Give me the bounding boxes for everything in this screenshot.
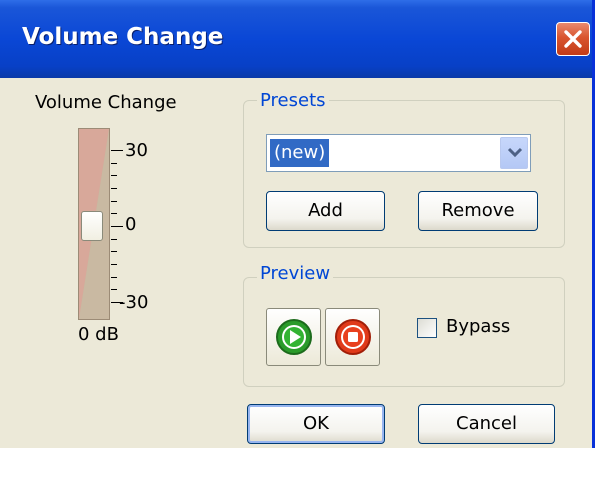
preview-caption: Preview [257, 263, 334, 284]
bypass-checkbox[interactable] [417, 318, 437, 338]
slider-tick [111, 264, 117, 265]
presets-selected-value: (new) [268, 138, 331, 168]
play-icon [276, 319, 312, 355]
close-button[interactable] [556, 22, 590, 56]
cancel-button[interactable]: Cancel [418, 404, 555, 444]
slider-tick [111, 150, 123, 151]
presets-caption: Presets [257, 90, 329, 111]
tick-label-mid: 0 [125, 214, 137, 235]
volume-change-label: Volume Change [35, 92, 177, 113]
title-bar[interactable]: Volume Change [0, 0, 592, 78]
presets-dropdown[interactable]: (new) [266, 134, 531, 172]
dropdown-arrow-button[interactable] [500, 137, 528, 169]
slider-tick [111, 188, 117, 189]
slider-tick [111, 251, 117, 252]
volume-readout: 0 dB [78, 324, 119, 345]
play-button[interactable] [266, 308, 321, 366]
chevron-down-icon [507, 147, 523, 158]
slider-tick [111, 201, 117, 202]
slider-tick [111, 213, 117, 214]
close-x-icon [564, 30, 582, 48]
add-preset-button[interactable]: Add [266, 191, 385, 231]
bypass-label: Bypass [446, 316, 511, 337]
volume-change-dialog: Volume Change Volume Change 30 0 -30 0 d… [0, 0, 595, 448]
tick-label-min: -30 [119, 292, 149, 313]
remove-preset-button[interactable]: Remove [418, 191, 538, 231]
slider-tick [111, 239, 117, 240]
slider-tick [111, 163, 117, 164]
stop-icon [335, 319, 371, 355]
slider-tick [111, 277, 117, 278]
slider-tick [111, 289, 117, 290]
tick-label-max: 30 [125, 140, 148, 161]
volume-slider-thumb[interactable] [81, 211, 103, 241]
slider-tick [111, 226, 123, 227]
ok-button[interactable]: OK [247, 404, 385, 444]
slider-tick [111, 175, 117, 176]
stop-button[interactable] [325, 308, 380, 366]
window-title: Volume Change [22, 24, 224, 50]
